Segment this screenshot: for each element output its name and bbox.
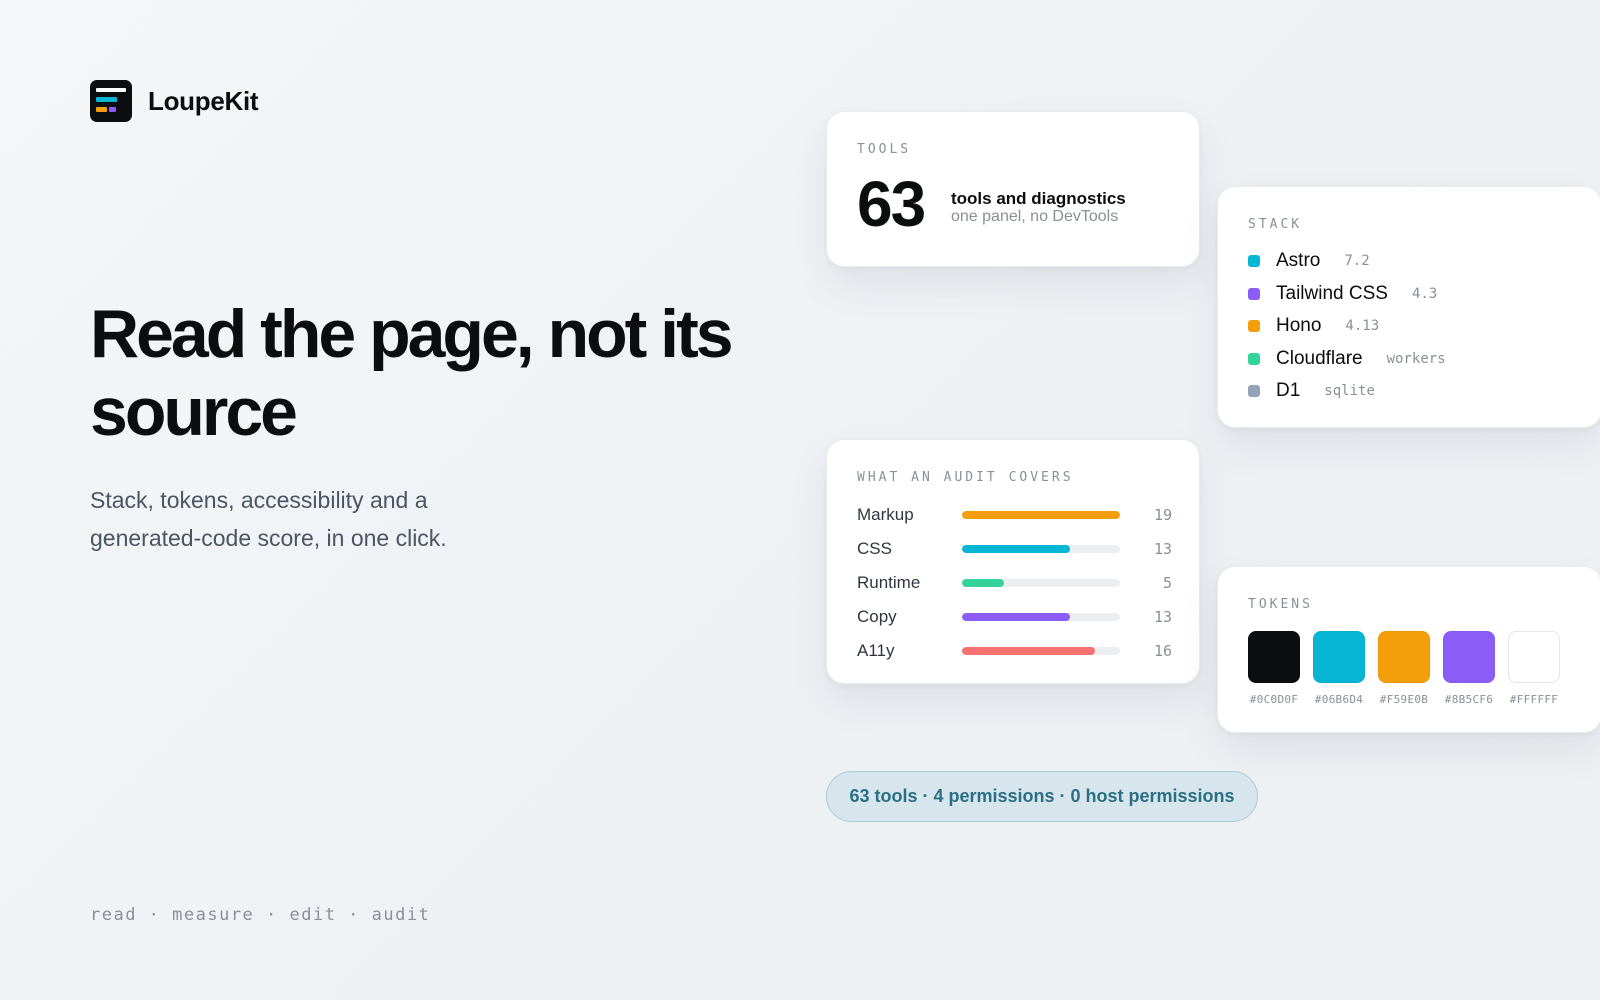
tools-card: TOOLS 63 tools and diagnostics one panel… — [826, 111, 1200, 267]
audit-card: WHAT AN AUDIT COVERS Markup 19 CSS 13 Ru… — [826, 439, 1200, 684]
stack-version: sqlite — [1324, 383, 1375, 400]
token-swatch[interactable] — [1443, 631, 1495, 683]
audit-count: 13 — [1153, 540, 1172, 558]
token-swatch[interactable] — [1248, 631, 1300, 683]
audit-row: A11y 16 — [857, 634, 1172, 668]
audit-bar-fill — [962, 647, 1096, 655]
token-swatch-item[interactable]: #FFFFFF — [1508, 631, 1560, 706]
stack-version: 4.13 — [1345, 318, 1380, 335]
token-swatch[interactable] — [1313, 631, 1365, 683]
stack-version: 7.2 — [1344, 253, 1370, 270]
stack-card-label: STACK — [1248, 217, 1303, 232]
stack-name: Astro — [1276, 250, 1321, 272]
stack-name: Hono — [1276, 315, 1322, 337]
token-hex-label: #F59E0B — [1379, 693, 1429, 706]
audit-row: CSS 13 — [857, 532, 1172, 566]
audit-count: 5 — [1162, 574, 1172, 592]
audit-list: Markup 19 CSS 13 Runtime 5 Copy 13 A11y … — [857, 498, 1172, 668]
audit-bar-fill — [962, 579, 1004, 587]
stack-name: D1 — [1276, 380, 1301, 402]
token-hex-label: #8B5CF6 — [1444, 693, 1494, 706]
token-swatch-item[interactable]: #0C0D0F — [1248, 631, 1300, 706]
token-swatches: #0C0D0F #06B6D4 #F59E0B #8B5CF6 #FFFFFF — [1248, 631, 1560, 706]
tools-title: tools and diagnostics — [951, 189, 1126, 208]
brand-name: LoupeKit — [148, 85, 259, 116]
tools-count: 63 — [857, 168, 926, 240]
audit-row: Copy 13 — [857, 600, 1172, 634]
stack-color-dot — [1248, 287, 1260, 300]
audit-bar-fill — [962, 545, 1071, 553]
logo-icon — [90, 80, 132, 122]
tokens-card: TOKENS #0C0D0F #06B6D4 #F59E0B #8B5CF6 #… — [1217, 566, 1600, 733]
brand[interactable]: LoupeKit — [90, 80, 259, 122]
summary-pill: 63 tools · 4 permissions · 0 host permis… — [826, 771, 1258, 822]
token-hex-label: #06B6D4 — [1314, 693, 1364, 706]
audit-category: Copy — [857, 607, 897, 626]
stack-version: 4.3 — [1411, 285, 1438, 302]
audit-bar-track — [962, 647, 1120, 655]
audit-card-label: WHAT AN AUDIT COVERS — [857, 470, 1074, 485]
audit-bar-track — [962, 579, 1120, 587]
tools-card-label: TOOLS — [857, 142, 912, 157]
stack-name: Tailwind CSS — [1276, 282, 1388, 304]
token-swatch[interactable] — [1508, 631, 1560, 683]
audit-row: Runtime 5 — [857, 566, 1172, 600]
stack-list: Astro 7.2 Tailwind CSS 4.3 Hono 4.13 Clo… — [1248, 245, 1446, 408]
hero-tagline: read · measure · edit · audit — [90, 905, 431, 925]
stack-item: D1 sqlite — [1248, 375, 1446, 408]
audit-bar-fill — [962, 613, 1071, 621]
audit-category: Runtime — [857, 573, 921, 592]
tokens-card-label: TOKENS — [1248, 597, 1313, 612]
audit-category: CSS — [857, 539, 892, 558]
hero-headline: Read the page, not its source — [90, 296, 734, 450]
audit-bar-track — [962, 613, 1120, 621]
stack-item: Hono 4.13 — [1248, 310, 1446, 343]
token-hex-label: #0C0D0F — [1249, 693, 1299, 706]
audit-count: 13 — [1153, 608, 1172, 626]
token-swatch[interactable] — [1378, 631, 1430, 683]
hero-subtext: Stack, tokens, accessibility and a gener… — [90, 487, 447, 551]
stack-color-dot — [1248, 255, 1260, 268]
stack-color-dot — [1248, 352, 1260, 365]
audit-bar-fill — [962, 511, 1120, 519]
stack-name: Cloudflare — [1276, 347, 1363, 369]
audit-category: Markup — [857, 505, 914, 524]
tools-subtitle: one panel, no DevTools — [951, 208, 1119, 225]
audit-bar-track — [962, 545, 1120, 553]
stack-item: Tailwind CSS 4.3 — [1248, 278, 1446, 311]
token-swatch-item[interactable]: #F59E0B — [1378, 631, 1430, 706]
token-swatch-item[interactable]: #06B6D4 — [1313, 631, 1365, 706]
token-hex-label: #FFFFFF — [1509, 693, 1559, 706]
stack-color-dot — [1248, 385, 1260, 398]
audit-row: Markup 19 — [857, 498, 1172, 532]
stack-version: workers — [1386, 350, 1446, 367]
stack-item: Cloudflare workers — [1248, 343, 1446, 376]
audit-count: 19 — [1153, 506, 1172, 524]
audit-bar-track — [962, 511, 1120, 519]
stack-item: Astro 7.2 — [1248, 245, 1446, 278]
audit-category: A11y — [857, 641, 895, 660]
stack-color-dot — [1248, 320, 1260, 333]
token-swatch-item[interactable]: #8B5CF6 — [1443, 631, 1495, 706]
audit-count: 16 — [1153, 642, 1172, 660]
stack-card: STACK Astro 7.2 Tailwind CSS 4.3 Hono 4.… — [1217, 186, 1600, 428]
